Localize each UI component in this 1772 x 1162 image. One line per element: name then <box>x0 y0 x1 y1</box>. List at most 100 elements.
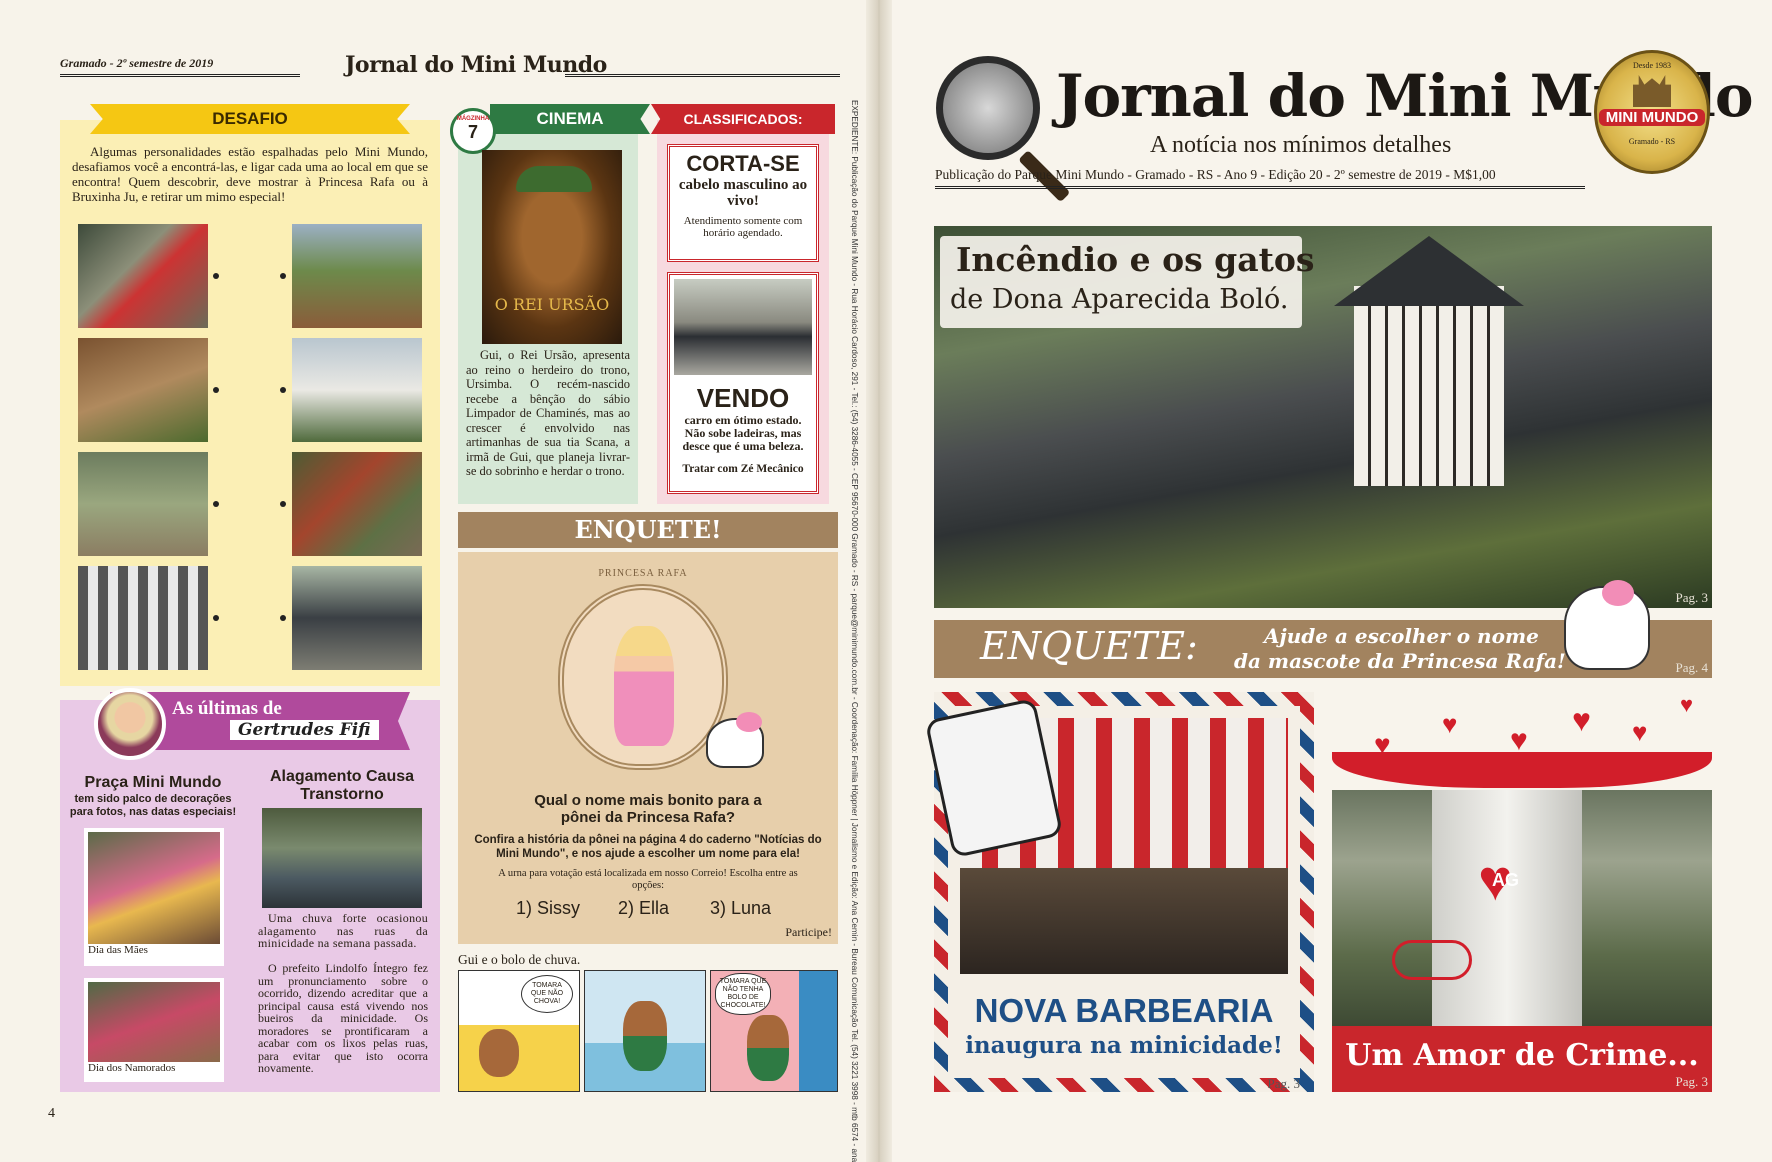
classified-ad-haircut: CORTA-SE cabelo masculino ao vivo! Atend… <box>667 144 819 262</box>
credits-vertical: EXPEDIENTE: Publicação do Parque Mini Mu… <box>838 100 862 1162</box>
match-dot-left-2[interactable] <box>213 387 219 393</box>
lead-page-ref: Pag. 3 <box>1675 590 1709 605</box>
enquete-question: Qual o nome mais bonito para a pônei da … <box>534 792 762 826</box>
barbearia-card[interactable]: NOVA BARBEARIA inaugura na minicidade! P… <box>924 692 1314 1092</box>
poster-hat <box>516 166 592 192</box>
castle-icon <box>1633 75 1671 107</box>
pony-figure <box>706 712 764 768</box>
running-header-edition: Gramado - 2º semestre de 2019 <box>60 56 214 70</box>
ad2-car-photo <box>674 279 812 375</box>
page-gutter <box>866 0 892 1162</box>
barbearia-subhead: inaugura na minicidade! <box>965 1032 1283 1059</box>
photo-dia-dos-namorados: Dia dos Namorados <box>84 978 224 1082</box>
cinema-title: CINEMA <box>536 109 604 128</box>
running-header: Gramado - 2º semestre de 2019 Jornal do … <box>60 52 840 86</box>
cinema-badge-number: 7 <box>467 122 478 142</box>
enquete-right-page-ref: Pag. 4 <box>1675 660 1709 675</box>
desafio-title: DESAFIO <box>212 109 288 128</box>
praca-headline: Praça Mini Mundo <box>84 774 222 791</box>
match-dot-left-1[interactable] <box>213 273 219 279</box>
desafio-photo-figure-green <box>78 452 208 556</box>
comic-panel-3: TOMARA QUE NÃO TENHA BOLO DE CHOCOLATE! <box>710 970 838 1092</box>
match-dot-left-4[interactable] <box>213 615 219 621</box>
ad2-contact: Tratar com Zé Mecânico <box>682 463 804 475</box>
cinema-section: CINEMA MÁGZINHA 7 O REI URSÃO Gui, o Rei… <box>450 104 650 504</box>
gertrudes-title: As últimas de <box>172 698 282 719</box>
pony-mascot-icon <box>1564 580 1650 670</box>
enquete-option-2[interactable]: 2) Ella <box>618 898 669 919</box>
desafio-photo-palace <box>292 338 422 442</box>
crime-heart-tag: AG <box>1492 870 1519 890</box>
ad1-headline: CORTA-SE <box>686 151 800 176</box>
pony-mascot-mane <box>1602 580 1634 606</box>
classified-ad-car: VENDO carro em ótimo estado. Não sobe la… <box>667 272 819 494</box>
crime-photo: ♥ AG <box>1332 790 1712 1026</box>
header-rule-right <box>565 74 840 77</box>
enquete-title: ENQUETE! <box>574 515 722 544</box>
classificados-section: CLASSIFICADOS: CORTA-SE cabelo masculino… <box>651 104 835 504</box>
crime-page-ref: Pag. 3 <box>1675 1074 1709 1089</box>
photo-dia-das-maes-image <box>88 832 220 944</box>
enquete-right-text2: da mascote da Princesa Rafa! <box>1234 649 1566 673</box>
heart-icon-3: ♥ <box>1510 724 1528 757</box>
lead-house <box>1354 286 1504 486</box>
lead-photo-incendio[interactable]: Incêndio e os gatos de Dona Aparecida Bo… <box>934 226 1712 608</box>
enquete-section: PRINCESA RAFA Qual o nome mais bonito pa… <box>458 552 838 944</box>
princess-figure <box>614 626 674 746</box>
match-dot-right-1[interactable] <box>280 273 286 279</box>
gertrudes-avatar <box>94 688 166 760</box>
pony-mane <box>736 712 762 732</box>
ad1-sub: cabelo masculino ao vivo! <box>678 177 808 209</box>
comic-title: Gui e o bolo de chuva. <box>458 952 581 967</box>
poster-title: O REI URSÃO <box>494 295 610 314</box>
enquete-right-banner[interactable]: ENQUETE: Ajude a escolher o nome da masc… <box>934 580 1712 678</box>
match-dot-left-3[interactable] <box>213 501 219 507</box>
enquete-option-1[interactable]: 1) Sissy <box>516 898 580 919</box>
crime-bicycle <box>1392 940 1472 980</box>
crime-card[interactable]: ♥ ♥ ♥ ♥ ♥ ♥ ♥ AG Um Amor de Crime... Pag… <box>1332 692 1712 1092</box>
alagamento-photo <box>262 808 422 908</box>
enquete-urna: A urna para votação está localizada em n… <box>498 868 798 891</box>
heart-icon-1: ♥ <box>1374 730 1391 761</box>
comic-bear-2 <box>623 1001 667 1071</box>
desafio-photo-racer <box>78 224 208 328</box>
cinema-badge: MÁGZINHA 7 <box>450 108 496 154</box>
photo-dia-dos-namorados-image <box>88 982 220 1062</box>
desafio-photo-church <box>292 224 422 328</box>
desafio-photo-crosswalk <box>78 566 208 670</box>
alagamento-text-2: O prefeito Lindolfo Íntegro fez um pronu… <box>258 961 428 1075</box>
match-dot-right-2[interactable] <box>280 387 286 393</box>
gertrudes-name: Gertrudes Fifi <box>230 720 379 740</box>
publication-info: Publicação do Parque Mini Mundo - Gramad… <box>935 167 1585 189</box>
ad1-note: Atendimento somente com horário agendado… <box>683 215 803 239</box>
comic-bubble-1: TOMARA QUE NÃO CHOVA! <box>521 975 573 1013</box>
logo-top-text: Desde 1983 <box>1633 61 1671 70</box>
credits-text: EXPEDIENTE: Publicação do Parque Mini Mu… <box>849 100 860 1162</box>
logo-bottom-text: Gramado - RS <box>1628 137 1676 146</box>
cinema-poster: O REI URSÃO <box>482 150 622 344</box>
lead-roof <box>1334 236 1524 306</box>
desafio-section: DESAFIO Algumas personalidades estão esp… <box>60 104 440 686</box>
crime-title: Um Amor de Crime... <box>1345 1038 1699 1073</box>
enquete-option-3[interactable]: 3) Luna <box>710 898 771 919</box>
princess-frame-label: PRINCESA RAFA <box>598 568 688 579</box>
heart-icon-6: ♥ <box>1680 692 1694 717</box>
heart-icon-5: ♥ <box>1632 718 1648 747</box>
lead-headline-line2: de Dona Aparecida Boló. <box>950 284 1289 315</box>
heart-icon-2: ♥ <box>1442 710 1458 739</box>
mini-mundo-logo: Desde 1983 MINI MUNDO Gramado - RS <box>1594 50 1710 174</box>
cinema-ribbon: CINEMA <box>490 104 650 134</box>
enquete-banner: ENQUETE! <box>458 512 838 548</box>
match-dot-right-4[interactable] <box>280 615 286 621</box>
ad2-sub: carro em ótimo estado. Não sobe ladeiras… <box>682 413 804 453</box>
page-number: 4 <box>48 1106 55 1121</box>
enquete-right-text1: Ajude a escolher o nome <box>1264 624 1539 648</box>
praca-sub: tem sido palco de decorações para fotos,… <box>69 793 237 818</box>
princess-frame: PRINCESA RAFA <box>558 568 728 770</box>
comic-bear-3 <box>747 1015 789 1081</box>
comic-panel-2 <box>584 970 706 1092</box>
match-dot-right-3[interactable] <box>280 501 286 507</box>
enquete-instructions: Confira a história da pônei na página 4 … <box>474 834 822 860</box>
enquete-right-label: ENQUETE: <box>980 624 1198 668</box>
lead-headline-line1: Incêndio e os gatos <box>956 240 1315 279</box>
